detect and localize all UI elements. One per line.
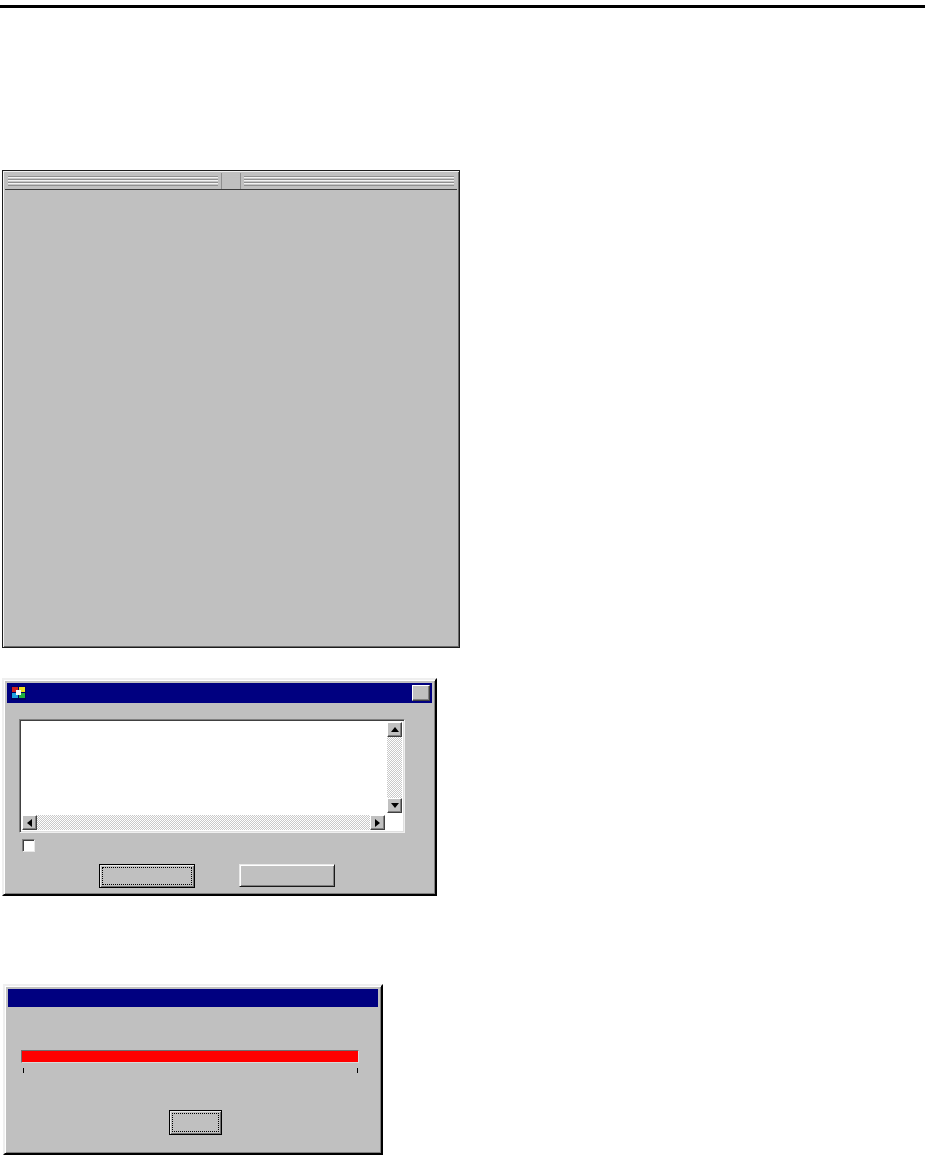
scroll-up-icon	[390, 727, 399, 732]
page-top-rule	[0, 5, 925, 8]
warning-message-text	[24, 723, 384, 812]
fft-plot	[5, 191, 459, 647]
warning-dialog	[2, 678, 437, 896]
titlebar-ridges-left	[8, 176, 218, 186]
progress-fill	[22, 1051, 358, 1062]
horizontal-scrollbar[interactable]	[22, 815, 385, 830]
document-page	[0, 0, 925, 1158]
titlebar-ridges-right	[244, 176, 454, 186]
scale-tick-max	[357, 1068, 358, 1073]
progress-bar	[21, 1050, 359, 1063]
fft-window-title	[221, 173, 241, 189]
abort-button[interactable]	[239, 864, 335, 887]
scroll-up-button[interactable]	[387, 722, 402, 737]
vertical-scrollbar[interactable]	[387, 722, 402, 813]
scroll-right-button[interactable]	[370, 815, 385, 830]
scroll-left-icon	[27, 818, 32, 827]
fft-window-titlebar[interactable]	[5, 173, 457, 190]
progress-dialog-titlebar[interactable]	[8, 989, 378, 1007]
warning-message-box	[19, 719, 405, 833]
close-icon[interactable]	[412, 685, 430, 701]
scale-tick-min	[23, 1068, 24, 1073]
scroll-right-icon	[375, 818, 380, 827]
show-warning-checkbox-row	[22, 837, 42, 853]
fft-graphics-window	[2, 170, 460, 648]
hscroll-track[interactable]	[22, 815, 385, 830]
winiqsim-app-icon	[11, 686, 26, 700]
resampling-progress-dialog	[3, 984, 383, 1155]
cancel-button[interactable]	[169, 1110, 222, 1135]
warning-dialog-titlebar[interactable]	[7, 683, 432, 703]
scroll-down-icon	[390, 803, 399, 808]
scroll-down-button[interactable]	[387, 798, 402, 813]
show-warning-checkbox[interactable]	[22, 838, 35, 852]
scroll-left-button[interactable]	[22, 815, 37, 830]
continue-button[interactable]	[99, 864, 195, 888]
